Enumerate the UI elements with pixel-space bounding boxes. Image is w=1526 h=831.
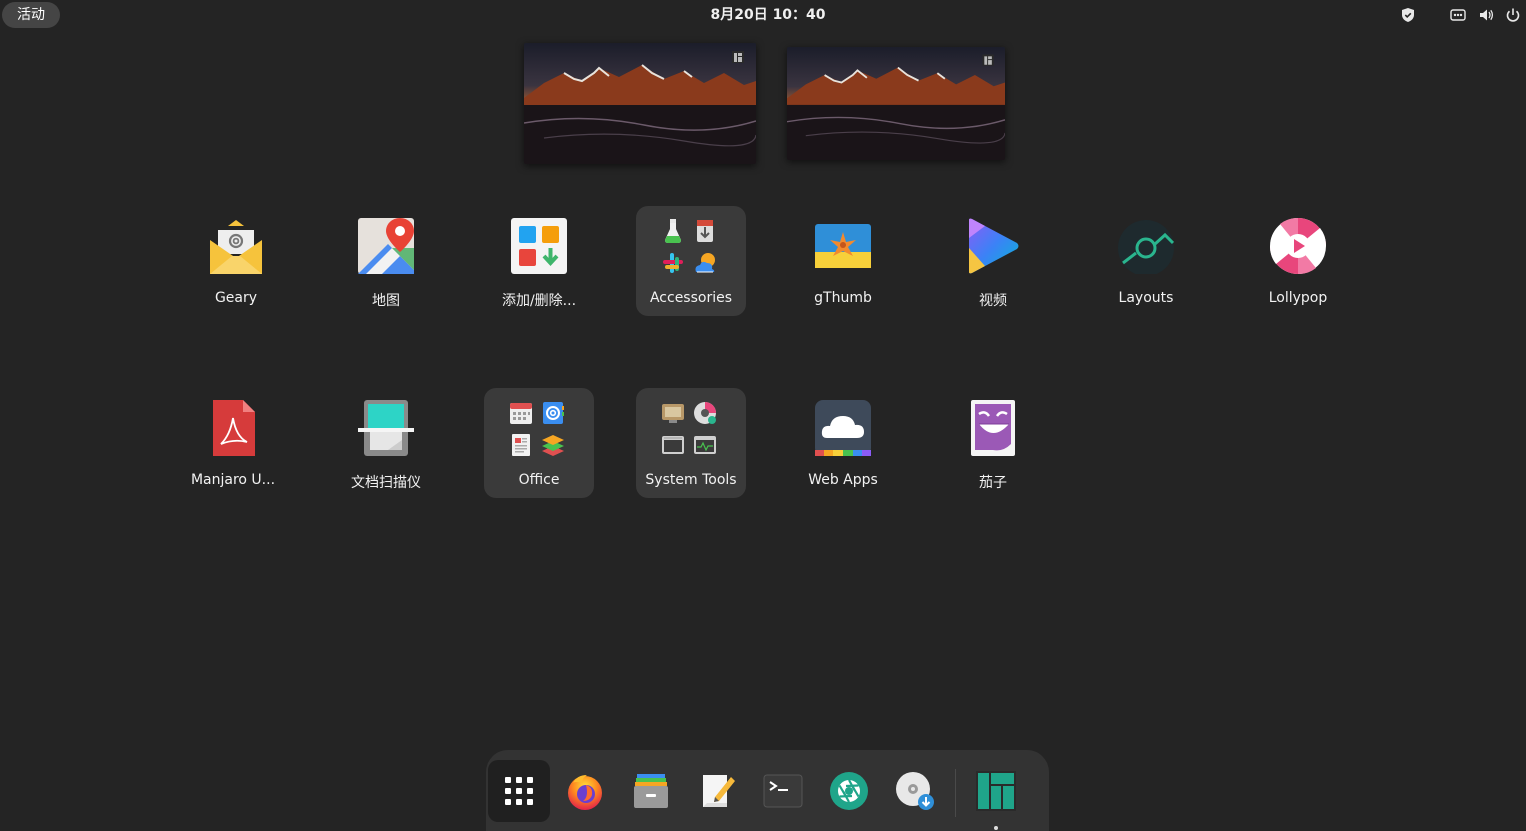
gnome-activities-overview: 活动 8月20日 10：40 Geary 地图 添加/删除... Accesso… xyxy=(0,0,1526,831)
dock-terminal[interactable] xyxy=(752,760,814,822)
app-layouts[interactable]: Layouts xyxy=(1091,206,1201,316)
lab-flask-icon xyxy=(660,218,686,244)
folder-system-tools[interactable]: System Tools xyxy=(636,388,746,498)
add-remove-software-icon xyxy=(511,218,567,274)
activities-button[interactable]: 活动 xyxy=(2,2,60,28)
layouts-icon xyxy=(1118,218,1174,274)
app-label: gThumb xyxy=(814,290,872,306)
app-maps[interactable]: 地图 xyxy=(331,206,441,316)
folder-label: Office xyxy=(518,472,560,488)
dock-separator xyxy=(955,769,956,817)
camera-aperture-icon xyxy=(830,772,868,810)
volume-icon[interactable] xyxy=(1478,7,1494,23)
app-label: Geary xyxy=(214,290,258,306)
dock-firefox[interactable] xyxy=(554,760,616,822)
workspace-thumbnail-2[interactable] xyxy=(787,47,1005,160)
network-icon[interactable] xyxy=(1450,7,1466,23)
app-geary[interactable]: Geary xyxy=(181,206,291,316)
text-editor-icon xyxy=(703,775,735,807)
layers-stack-icon xyxy=(540,432,566,458)
dock-manjaro-settings[interactable] xyxy=(965,760,1027,830)
lollypop-icon xyxy=(1270,218,1326,274)
app-add-remove-software[interactable]: 添加/删除... xyxy=(484,206,594,316)
archive-manager-icon xyxy=(692,218,718,244)
app-lollypop[interactable]: Lollypop xyxy=(1243,206,1353,316)
app-gthumb[interactable]: gThumb xyxy=(788,206,898,316)
app-label: 添加/删除... xyxy=(501,293,577,309)
show-apps-grid-icon xyxy=(505,777,533,805)
app-document-scanner[interactable]: 文档扫描仪 xyxy=(331,388,441,498)
slack-like-icon xyxy=(660,250,686,276)
terminal-icon xyxy=(763,774,803,808)
folder-preview-grid xyxy=(508,400,570,462)
terminal-window-icon xyxy=(660,432,686,458)
contacts-at-icon xyxy=(540,400,566,426)
weather-icon xyxy=(692,250,718,276)
top-bar: 活动 8月20日 10：40 xyxy=(0,0,1526,30)
pdf-document-icon xyxy=(205,400,261,456)
dock-files[interactable] xyxy=(620,760,682,822)
folder-preview-grid xyxy=(660,400,722,462)
app-label: 视频 xyxy=(979,293,1007,309)
manjaro-logo-icon xyxy=(976,771,1016,811)
app-label: Layouts xyxy=(1118,290,1174,306)
file-manager-icon xyxy=(634,774,668,808)
app-web-apps[interactable]: Web Apps xyxy=(788,388,898,498)
web-apps-cloud-icon xyxy=(815,400,871,456)
dock xyxy=(486,750,1049,831)
firefox-icon xyxy=(568,775,602,810)
dock-text-editor[interactable] xyxy=(686,760,748,822)
disk-usage-icon xyxy=(692,400,718,426)
geary-mail-icon xyxy=(208,218,264,274)
disc-download-icon xyxy=(896,772,934,810)
calendar-icon xyxy=(508,400,534,426)
system-monitor-icon xyxy=(692,432,718,458)
show-apps-button[interactable] xyxy=(488,760,550,822)
maps-icon xyxy=(358,218,414,274)
document-viewer-icon xyxy=(508,432,534,458)
dock-camera[interactable] xyxy=(818,760,880,822)
folder-label: Accessories xyxy=(649,290,733,306)
app-label: 地图 xyxy=(372,293,400,309)
running-indicator xyxy=(994,826,998,830)
shield-icon[interactable] xyxy=(1400,7,1416,23)
document-scanner-icon xyxy=(358,400,414,456)
monitor-icon xyxy=(660,400,686,426)
dock-disc-download[interactable] xyxy=(884,760,946,822)
gthumb-icon xyxy=(815,218,871,274)
folder-office[interactable]: Office xyxy=(484,388,594,498)
folder-accessories[interactable]: Accessories xyxy=(636,206,746,316)
videos-icon xyxy=(965,218,1021,274)
workspace-thumbnail-1[interactable] xyxy=(524,43,756,164)
power-icon[interactable] xyxy=(1505,7,1521,23)
app-label: Web Apps xyxy=(808,472,878,488)
app-label: 文档扫描仪 xyxy=(351,475,421,491)
app-videos[interactable]: 视频 xyxy=(938,206,1048,316)
folder-preview-grid xyxy=(660,218,722,280)
app-label: Manjaro U... xyxy=(190,472,276,488)
app-label: Lollypop xyxy=(1268,290,1328,306)
app-manjaro-user-guide[interactable]: Manjaro U... xyxy=(178,388,288,498)
folder-label: System Tools xyxy=(645,472,737,488)
cheese-icon xyxy=(965,400,1021,456)
clock-date-time[interactable]: 8月20日 10：40 xyxy=(663,0,873,30)
app-cheese[interactable]: 茄子 xyxy=(938,388,1048,498)
app-label: 茄子 xyxy=(979,475,1007,491)
